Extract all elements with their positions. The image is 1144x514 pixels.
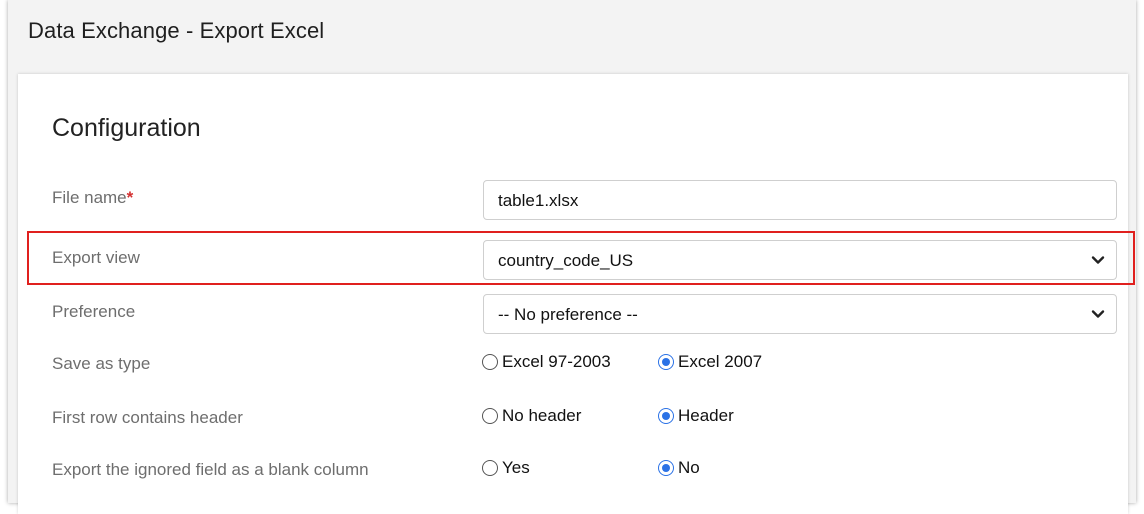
radio-label-excel-97-2003[interactable]: Excel 97-2003 — [502, 352, 611, 372]
radio-no-header[interactable] — [482, 408, 498, 424]
radio-excel-2007[interactable] — [658, 354, 674, 370]
export-view-label: Export view — [52, 248, 140, 267]
file-name-value: table1.xlsx — [498, 191, 579, 210]
dialog-window: Data Exchange - Export Excel Configurati… — [8, 0, 1136, 514]
file-name-row: File name* table1.xlsx — [18, 172, 1128, 224]
file-name-label: File name* — [52, 188, 134, 207]
radio-label-no[interactable]: No — [678, 458, 700, 478]
radio-no[interactable] — [658, 460, 674, 476]
first-row-header-label: First row contains header — [52, 408, 243, 427]
radio-yes[interactable] — [482, 460, 498, 476]
configuration-panel: Configuration File name* table1.xlsx Exp… — [18, 74, 1135, 514]
export-ignored-row: Export the ignored field as a blank colu… — [18, 444, 1128, 496]
radio-label-no-header[interactable]: No header — [502, 406, 581, 426]
radio-label-excel-2007[interactable]: Excel 2007 — [678, 352, 762, 372]
preference-label: Preference — [52, 302, 136, 321]
file-name-input[interactable]: table1.xlsx — [483, 180, 1117, 220]
first-row-header-row: First row contains header No header Head… — [18, 392, 1128, 444]
preference-row: Preference -- No preference -- — [18, 286, 1128, 338]
chevron-down-icon — [1091, 256, 1105, 264]
save-as-type-row: Save as type Excel 97-2003 Excel 2007 — [18, 338, 1128, 390]
export-view-select[interactable]: country_code_US — [483, 240, 1117, 280]
radio-header[interactable] — [658, 408, 674, 424]
preference-select[interactable]: -- No preference -- — [483, 294, 1117, 334]
save-as-type-label: Save as type — [52, 354, 151, 373]
export-view-row: Export view country_code_US — [18, 232, 1128, 284]
section-title: Configuration — [52, 114, 201, 142]
export-view-value: country_code_US — [498, 251, 634, 270]
window-title: Data Exchange - Export Excel — [28, 18, 325, 43]
preference-value: -- No preference -- — [498, 305, 638, 324]
chevron-down-icon — [1091, 310, 1105, 318]
export-ignored-label: Export the ignored field as a blank colu… — [52, 460, 369, 479]
required-marker: * — [126, 188, 134, 207]
radio-label-yes[interactable]: Yes — [502, 458, 530, 478]
radio-label-header[interactable]: Header — [678, 406, 734, 426]
radio-excel-97-2003[interactable] — [482, 354, 498, 370]
